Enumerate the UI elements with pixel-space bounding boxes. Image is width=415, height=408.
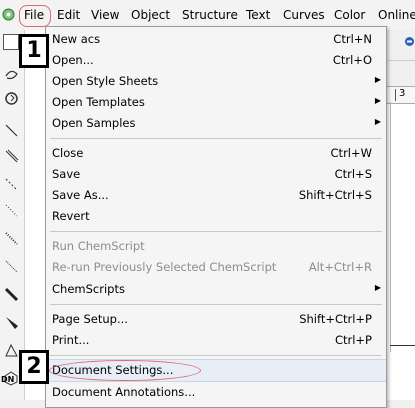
menu-item-label: Open Style Sheets [52, 74, 159, 88]
menu-item-open-style-sheets[interactable]: Open Style Sheets ▶ [46, 71, 386, 92]
menu-item-rerun-chemscript: Re-run Previously Selected ChemScript Al… [46, 257, 386, 278]
menu-item-label: Open Samples [52, 116, 136, 130]
menu-item-label: New acs [52, 32, 101, 46]
menu-separator [50, 138, 382, 139]
menu-item-label: Revert [52, 209, 90, 223]
menu-item-print[interactable]: Print... Ctrl+P [46, 330, 386, 351]
submenu-arrow-icon: ▶ [374, 117, 381, 126]
menu-online[interactable]: Online [378, 8, 415, 22]
bold-bond-icon[interactable] [3, 286, 20, 303]
menu-item-label: Save [52, 167, 81, 181]
menu-item-shortcut: Shift+Ctrl+S [298, 188, 372, 202]
menu-item-shortcut: Shift+Ctrl+P [299, 312, 372, 326]
menu-item-label: Document Annotations... [52, 385, 196, 399]
menu-item-chemscripts[interactable]: ChemScripts ▶ [46, 279, 386, 300]
menu-item-label: Print... [52, 333, 90, 347]
dashed-bond-icon[interactable] [3, 176, 20, 193]
menu-separator [50, 355, 382, 356]
menu-structure[interactable]: Structure [182, 8, 238, 22]
menu-item-open[interactable]: Open... Ctrl+O [46, 50, 386, 71]
app-icon[interactable] [2, 8, 15, 21]
menu-file[interactable]: File [24, 8, 44, 22]
canvas-guide-line [390, 345, 415, 346]
document-settings-highlight-oval [49, 360, 201, 381]
menu-item-open-samples[interactable]: Open Samples ▶ [46, 113, 386, 134]
file-menu-dropdown: New acs Ctrl+N Open... Ctrl+O Open Style… [45, 26, 387, 408]
menu-item-page-setup[interactable]: Page Setup... Shift+Ctrl+P [46, 309, 386, 330]
rotate-icon[interactable] [3, 90, 20, 107]
menu-text[interactable]: Text [246, 8, 270, 22]
menu-separator [50, 231, 382, 232]
dashed-bond-icon[interactable] [3, 202, 20, 219]
menu-item-shortcut: Ctrl+O [332, 53, 372, 67]
wavy-bond-icon[interactable] [3, 258, 20, 275]
submenu-arrow-icon: ▶ [374, 96, 381, 105]
zoom-icon[interactable] [404, 36, 415, 47]
submenu-arrow-icon: ▶ [374, 283, 381, 292]
menu-item-label: Open Templates [52, 95, 145, 109]
ruler-label: 3 [399, 88, 406, 99]
step-badge-2: 2 [19, 350, 49, 384]
menu-separator [50, 304, 382, 305]
canvas-guide-line [390, 102, 391, 352]
double-bond-icon[interactable] [3, 148, 20, 165]
submenu-arrow-icon: ▶ [374, 75, 381, 84]
menu-item-revert[interactable]: Revert [46, 206, 386, 227]
hashed-wedge-icon[interactable] [3, 230, 20, 247]
right-toolbar [386, 30, 415, 86]
menu-edit[interactable]: Edit [57, 8, 80, 22]
menu-item-save-as[interactable]: Save As... Shift+Ctrl+S [46, 185, 386, 206]
menu-color[interactable]: Color [334, 8, 365, 22]
menu-item-label: Save As... [52, 188, 109, 202]
menu-item-label: Page Setup... [52, 312, 128, 326]
menu-item-label: ChemScripts [52, 282, 125, 296]
menu-view[interactable]: View [91, 8, 119, 22]
select-tool-icon[interactable] [3, 34, 19, 50]
menu-item-label: Re-run Previously Selected ChemScript [52, 260, 277, 274]
menu-item-label: Open... [52, 53, 94, 67]
menu-item-shortcut: Ctrl+W [330, 146, 372, 160]
menu-item-new[interactable]: New acs Ctrl+N [46, 29, 386, 50]
menu-object[interactable]: Object [131, 8, 170, 22]
wedge-bond-icon[interactable] [3, 314, 20, 331]
step-badge-1: 1 [19, 34, 49, 68]
lasso-icon[interactable] [3, 66, 20, 83]
menu-item-shortcut: Alt+Ctrl+R [308, 260, 372, 274]
left-toolbar: DN [0, 30, 25, 400]
menu-item-label: Close [52, 146, 84, 160]
triangle-tool-icon[interactable] [3, 342, 20, 359]
bond-tool-icon[interactable] [3, 122, 20, 139]
menu-item-label: Run ChemScript [52, 239, 145, 253]
menu-item-shortcut: Ctrl+N [333, 32, 372, 46]
menu-item-shortcut: Ctrl+S [334, 167, 372, 181]
status-fragment: DN [1, 375, 15, 384]
menu-item-save[interactable]: Save Ctrl+S [46, 164, 386, 185]
menu-item-run-chemscript: Run ChemScript [46, 236, 386, 257]
menu-item-close[interactable]: Close Ctrl+W [46, 143, 386, 164]
menu-item-shortcut: Ctrl+P [334, 333, 372, 347]
menu-item-open-templates[interactable]: Open Templates ▶ [46, 92, 386, 113]
menu-curves[interactable]: Curves [283, 8, 325, 22]
